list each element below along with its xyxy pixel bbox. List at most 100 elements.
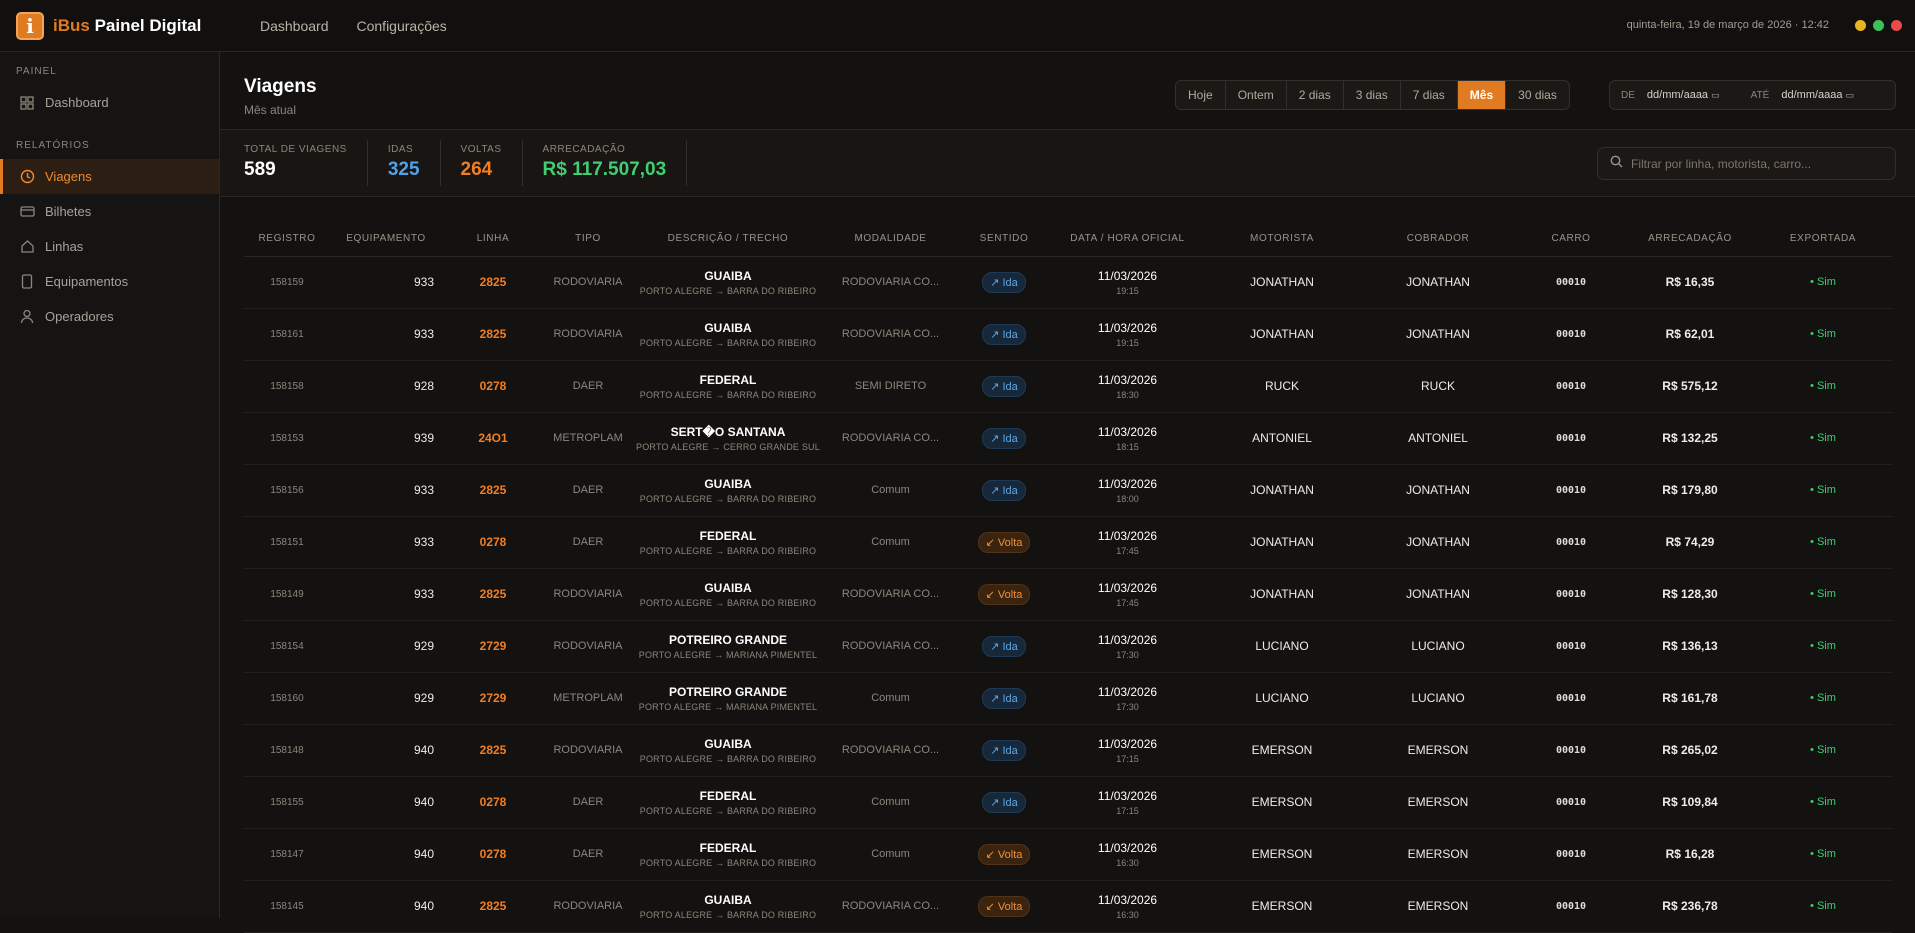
cell-motorista: JONATHAN bbox=[1204, 464, 1360, 517]
range-mes[interactable]: Mês bbox=[1457, 81, 1507, 109]
col-linha[interactable]: LINHA bbox=[442, 222, 544, 257]
desc-trecho: PORTO ALEGRE → MARIANA PIMENTEL bbox=[638, 649, 818, 660]
cell-linha[interactable]: 2825 bbox=[442, 308, 544, 361]
date-text: 11/03/2026 bbox=[1097, 684, 1158, 699]
cell-sentido: ↙ Volta bbox=[957, 880, 1051, 933]
cell-linha[interactable]: 2825 bbox=[442, 724, 544, 777]
col-tipo[interactable]: TIPO bbox=[544, 222, 632, 257]
ida-badge: ↗ Ida bbox=[982, 635, 1026, 657]
sidebar-item-bilhetes[interactable]: Bilhetes bbox=[0, 194, 219, 229]
cell-cobrador: JONATHAN bbox=[1360, 308, 1516, 361]
topnav-settings-link[interactable]: Configurações bbox=[357, 18, 447, 34]
cell-cobrador: JONATHAN bbox=[1360, 464, 1516, 517]
table-row[interactable]: 158148 940 2825 RODOVIARIA GUAIBA PORTO ALEGR… bbox=[244, 724, 1892, 777]
date-from-input[interactable]: dd/mm/aaaa ▭ bbox=[1647, 89, 1720, 101]
sidebar-item-label: Equipamentos bbox=[45, 274, 129, 289]
cell-linha[interactable]: 2825 bbox=[442, 568, 544, 621]
volta-badge: ↙ Volta bbox=[977, 583, 1031, 605]
col-sentido[interactable]: SENTIDO bbox=[957, 222, 1051, 257]
range-30-dias[interactable]: 30 dias bbox=[1506, 81, 1569, 109]
col-cobrador[interactable]: COBRADOR bbox=[1360, 222, 1516, 257]
user-icon bbox=[19, 309, 35, 325]
sidebar-item-linhas[interactable]: Linhas bbox=[0, 229, 219, 264]
table-row[interactable]: 158149 933 2825 RODOVIARIA GUAIBA PORTO ALEGR… bbox=[244, 568, 1892, 621]
maximize-dot[interactable] bbox=[1873, 20, 1884, 31]
ida-badge: ↗ Ida bbox=[982, 739, 1026, 761]
cell-modalidade: Comum bbox=[824, 776, 957, 829]
cell-modalidade: Comum bbox=[824, 672, 957, 725]
col-equipamento[interactable]: EQUIPAMENTO bbox=[330, 222, 442, 257]
cell-exportada: • Sim bbox=[1754, 360, 1892, 413]
date-to-input[interactable]: dd/mm/aaaa ▭ bbox=[1781, 89, 1854, 101]
cell-linha[interactable]: 2825 bbox=[442, 464, 544, 517]
table-row[interactable]: 158145 940 2825 RODOVIARIA GUAIBA PORTO ALEGR… bbox=[244, 880, 1892, 933]
sidebar-item-dashboard[interactable]: Dashboard bbox=[0, 85, 219, 120]
cell-modalidade: RODOVIARIA CO... bbox=[824, 568, 957, 621]
cell-linha[interactable]: 2729 bbox=[442, 620, 544, 673]
cell-linha[interactable]: 0278 bbox=[442, 360, 544, 413]
col-arrecadacao[interactable]: ARRECADAÇÃO bbox=[1626, 222, 1754, 257]
search-input[interactable]: Filtrar por linha, motorista, carro... bbox=[1597, 147, 1896, 180]
cell-linha[interactable]: 2825 bbox=[442, 256, 544, 309]
cell-cobrador: JONATHAN bbox=[1360, 256, 1516, 309]
cell-linha[interactable]: 0278 bbox=[442, 516, 544, 569]
cell-tipo: DAER bbox=[544, 828, 632, 881]
sidebar: PAINEL Dashboard RELATÓRIOS Viagens Bilh… bbox=[0, 52, 220, 918]
cell-carro: 00010 bbox=[1516, 308, 1626, 361]
minimize-dot[interactable] bbox=[1855, 20, 1866, 31]
table-row[interactable]: 158153 939 24O1 METROPLAM SERT�O SANTANA PORT… bbox=[244, 412, 1892, 465]
table-row[interactable]: 158159 933 2825 RODOVIARIA GUAIBA PORTO ALEGR… bbox=[244, 256, 1892, 309]
range-ontem[interactable]: Ontem bbox=[1226, 81, 1287, 109]
table-row[interactable]: 158147 940 0278 DAER FEDERAL PORTO ALEGRE → B… bbox=[244, 828, 1892, 881]
sidebar-item-equipamentos[interactable]: Equipamentos bbox=[0, 264, 219, 299]
col-exportada[interactable]: EXPORTADA bbox=[1754, 222, 1892, 257]
time-text: 18:30 bbox=[1116, 389, 1139, 400]
cell-linha[interactable]: 0278 bbox=[442, 776, 544, 829]
col-registro[interactable]: REGISTRO bbox=[244, 222, 330, 257]
cell-linha[interactable]: 0278 bbox=[442, 828, 544, 881]
date-to-label: ATÉ bbox=[1750, 89, 1770, 101]
cell-tipo: METROPLAM bbox=[544, 672, 632, 725]
table-row[interactable]: 158158 928 0278 DAER FEDERAL PORTO ALEGRE → B… bbox=[244, 360, 1892, 413]
table-row[interactable]: 158161 933 2825 RODOVIARIA GUAIBA PORTO ALEGR… bbox=[244, 308, 1892, 361]
main-content: Viagens Mês atual Hoje Ontem 2 dias 3 di… bbox=[220, 52, 1915, 933]
cell-linha[interactable]: 24O1 bbox=[442, 412, 544, 465]
col-carro[interactable]: CARRO bbox=[1516, 222, 1626, 257]
col-descricao[interactable]: DESCRIÇÃO / TRECHO bbox=[632, 222, 824, 257]
col-motorista[interactable]: MOTORISTA bbox=[1204, 222, 1360, 257]
cell-cobrador: ANTONIEL bbox=[1360, 412, 1516, 465]
cell-linha[interactable]: 2825 bbox=[442, 880, 544, 933]
cell-data-hora: 11/03/2026 17:30 bbox=[1051, 672, 1204, 725]
col-data-hora[interactable]: DATA / HORA OFICIAL bbox=[1051, 222, 1204, 257]
desc-trecho: PORTO ALEGRE → BARRA DO RIBEIRO bbox=[639, 337, 817, 348]
table-row[interactable]: 158154 929 2729 RODOVIARIA POTREIRO GRANDE PO… bbox=[244, 620, 1892, 673]
cell-arrecadacao: R$ 265,02 bbox=[1626, 724, 1754, 777]
range-hoje[interactable]: Hoje bbox=[1176, 81, 1226, 109]
col-modalidade[interactable]: MODALIDADE bbox=[824, 222, 957, 257]
cell-motorista: LUCIANO bbox=[1204, 620, 1360, 673]
close-dot[interactable] bbox=[1891, 20, 1902, 31]
calendar-icon: ▭ bbox=[1711, 90, 1720, 100]
table-row[interactable]: 158155 940 0278 DAER FEDERAL PORTO ALEGRE → B… bbox=[244, 776, 1892, 829]
cell-linha[interactable]: 2729 bbox=[442, 672, 544, 725]
range-3-dias[interactable]: 3 dias bbox=[1344, 81, 1401, 109]
range-7-dias[interactable]: 7 dias bbox=[1401, 81, 1458, 109]
sidebar-item-viagens[interactable]: Viagens bbox=[0, 159, 219, 194]
cell-data-hora: 11/03/2026 17:15 bbox=[1051, 776, 1204, 829]
sidebar-item-label: Linhas bbox=[45, 239, 84, 254]
topnav-dashboard-link[interactable]: Dashboard bbox=[260, 18, 329, 34]
cell-registro: 158160 bbox=[244, 672, 330, 725]
cell-cobrador: EMERSON bbox=[1360, 880, 1516, 933]
table-row[interactable]: 158151 933 0278 DAER FEDERAL PORTO ALEGRE → B… bbox=[244, 516, 1892, 569]
cell-data-hora: 11/03/2026 19:15 bbox=[1051, 256, 1204, 309]
cell-exportada: • Sim bbox=[1754, 776, 1892, 829]
cell-cobrador: LUCIANO bbox=[1360, 620, 1516, 673]
top-bar: i iBus Painel Digital Dashboard Configur… bbox=[0, 0, 1915, 52]
sidebar-item-operadores[interactable]: Operadores bbox=[0, 299, 219, 334]
range-2-dias[interactable]: 2 dias bbox=[1287, 81, 1344, 109]
ida-badge: ↗ Ida bbox=[982, 479, 1026, 501]
brand-logo[interactable]: i iBus Painel Digital bbox=[16, 11, 260, 40]
table-row[interactable]: 158156 933 2825 DAER GUAIBA PORTO ALEGRE → BA… bbox=[244, 464, 1892, 517]
table-row[interactable]: 158160 929 2729 METROPLAM POTREIRO GRANDE POR… bbox=[244, 672, 1892, 725]
current-datetime: quinta-feira, 19 de março de 2026 · 12:4… bbox=[1626, 19, 1829, 31]
